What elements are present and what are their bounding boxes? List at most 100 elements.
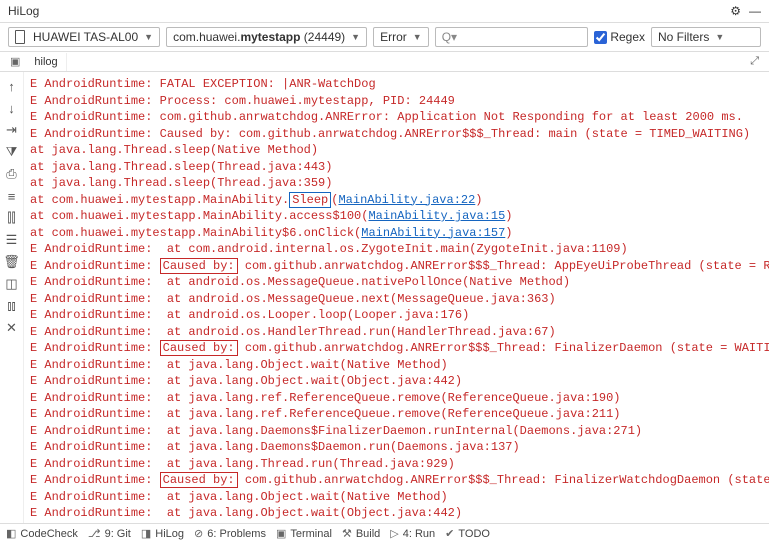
search-box[interactable]: Q▾ [435, 27, 589, 47]
filters-label: No Filters [658, 30, 709, 44]
phone-icon [15, 30, 25, 44]
chevron-down-icon: ▼ [144, 32, 153, 42]
toolwindow-label: 6: Problems [207, 528, 266, 540]
source-link[interactable]: MainAbility.java:157 [361, 226, 505, 240]
log-line: at com.huawei.mytestapp.MainAbility.acce… [30, 208, 765, 225]
funnel-icon[interactable]: ⧩ [4, 144, 20, 160]
layout-icon[interactable]: ⫾⫾ [4, 298, 20, 314]
source-link[interactable]: MainAbility.java:22 [338, 193, 475, 207]
log-line: E AndroidRuntime: at java.lang.Daemons$F… [30, 423, 765, 440]
level-label: Error [380, 30, 407, 44]
split-icon[interactable]: ⫿⫿ [4, 210, 20, 226]
log-line: E AndroidRuntime: com.github.anrwatchdog… [30, 109, 765, 126]
toolwindow-6-problems[interactable]: ⊘ 6: Problems [194, 527, 266, 540]
back-icon[interactable]: ▣ [4, 52, 26, 71]
log-line: E AndroidRuntime: Caused by: com.github.… [30, 340, 765, 357]
toolwindow-todo[interactable]: ✔ TODO [445, 527, 490, 540]
log-output[interactable]: E AndroidRuntime: FATAL EXCEPTION: |ANR-… [24, 72, 769, 523]
toolwindow-terminal[interactable]: ▣ Terminal [276, 527, 332, 540]
log-line: E AndroidRuntime: at android.os.HandlerT… [30, 324, 765, 341]
titlebar: HiLog ⚙ — [0, 0, 769, 23]
tab-hilog[interactable]: hilog [26, 53, 66, 71]
log-line: E AndroidRuntime: Process: com.huawei.my… [30, 93, 765, 110]
toolwindow-icon: ▣ [276, 527, 286, 540]
arrow-down-icon[interactable]: ↓ [4, 100, 20, 116]
log-line: at java.lang.Thread.sleep(Thread.java:35… [30, 175, 765, 192]
panel-title: HiLog [8, 4, 39, 18]
toolwindow-label: Build [356, 528, 380, 540]
close-icon[interactable]: ✕ [4, 320, 20, 336]
soft-wrap-icon[interactable]: ⇥ [4, 122, 20, 138]
log-line: E AndroidRuntime: at java.lang.ref.Refer… [30, 390, 765, 407]
log-line: at java.lang.Thread.sleep(Native Method) [30, 142, 765, 159]
restore-icon[interactable]: ⤢ [744, 52, 765, 71]
log-line: E AndroidRuntime: at java.lang.Thread.ru… [30, 456, 765, 473]
toolwindow-4-run[interactable]: ▷ 4: Run [390, 527, 435, 540]
toolwindow-icon: ⚒ [342, 527, 352, 540]
log-line: E AndroidRuntime: at java.lang.Object.wa… [30, 505, 765, 522]
log-sidebar: ↑ ↓ ⇥ ⧩ ⎙ ≡ ⫿⫿ ☰ 🗑 ◫ ⫾⫾ ✕ [0, 72, 24, 523]
main-row: ↑ ↓ ⇥ ⧩ ⎙ ≡ ⫿⫿ ☰ 🗑 ◫ ⫾⫾ ✕ E AndroidRunti… [0, 72, 769, 523]
log-line: E AndroidRuntime: at java.lang.ref.Refer… [30, 406, 765, 423]
chevron-down-icon: ▼ [351, 32, 360, 42]
device-label: HUAWEI TAS-AL00 [33, 30, 138, 44]
log-line: E AndroidRuntime: Caused by: com.github.… [30, 472, 765, 489]
caused-by-box: Caused by: [160, 340, 238, 356]
toolwindow-label: 4: Run [403, 528, 435, 540]
toolwindow-label: CodeCheck [20, 528, 77, 540]
toolwindow-hilog[interactable]: ◨ HiLog [141, 527, 184, 540]
search-icon: Q▾ [442, 30, 457, 44]
log-line: E AndroidRuntime: at java.lang.Object.wa… [30, 489, 765, 506]
log-line: at java.lang.Thread.sleep(Thread.java:44… [30, 159, 765, 176]
search-input[interactable] [461, 30, 581, 44]
toolwindow-icon: ◧ [6, 527, 16, 540]
toolwindow-icon: ⎇ [88, 527, 101, 540]
log-line: E AndroidRuntime: at com.android.interna… [30, 241, 765, 258]
toolwindow-label: HiLog [155, 528, 184, 540]
filter-bar: HUAWEI TAS-AL00 ▼ com.huawei.mytestapp (… [0, 23, 769, 52]
process-label: com.huawei.mytestapp (24449) [173, 30, 345, 44]
arrow-up-icon[interactable]: ↑ [4, 78, 20, 94]
log-line: at com.huawei.mytestapp.MainAbility$6.on… [30, 225, 765, 242]
bottom-toolwindow-bar: ◧ CodeCheck ⎇ 9: Git ◨ HiLog ⊘ 6: Problems ▣ Term… [0, 523, 769, 543]
regex-checkbox[interactable] [594, 31, 607, 44]
toolwindow-icon: ▷ [390, 527, 398, 540]
log-line: E AndroidRuntime: at java.lang.Object.wa… [30, 357, 765, 374]
log-line: E AndroidRuntime: Caused by: com.github.… [30, 126, 765, 143]
toolwindow-label: 9: Git [105, 528, 131, 540]
log-line: E AndroidRuntime: at android.os.MessageQ… [30, 274, 765, 291]
toolwindow-icon: ✔ [445, 527, 454, 540]
gear-icon[interactable]: ⚙ [730, 4, 741, 18]
toolwindow-label: Terminal [290, 528, 332, 540]
regex-toggle[interactable]: Regex [594, 30, 645, 44]
toolwindow-9-git[interactable]: ⎇ 9: Git [88, 527, 131, 540]
device-dropdown[interactable]: HUAWEI TAS-AL00 ▼ [8, 27, 160, 47]
highlight-box: Sleep [289, 192, 331, 208]
chevron-down-icon: ▼ [715, 32, 724, 42]
toolwindow-build[interactable]: ⚒ Build [342, 527, 380, 540]
log-line: E AndroidRuntime: at java.lang.Object.wa… [30, 373, 765, 390]
clear-stack-icon[interactable]: ≡ [4, 188, 20, 204]
log-line: E AndroidRuntime: at android.os.Looper.l… [30, 307, 765, 324]
trash-icon[interactable]: 🗑 [4, 254, 20, 270]
log-line: at com.huawei.mytestapp.MainAbility.Slee… [30, 192, 765, 209]
filters-dropdown[interactable]: No Filters ▼ [651, 27, 761, 47]
source-link[interactable]: MainAbility.java:15 [368, 209, 505, 223]
toolwindow-codecheck[interactable]: ◧ CodeCheck [6, 527, 78, 540]
chevron-down-icon: ▼ [413, 32, 422, 42]
log-line: E AndroidRuntime: Caused by: com.github.… [30, 258, 765, 275]
minimize-icon[interactable]: — [749, 4, 761, 18]
log-line: E AndroidRuntime: at java.lang.Daemons$D… [30, 439, 765, 456]
print-icon[interactable]: ⎙ [4, 166, 20, 182]
log-line: E AndroidRuntime: at android.os.MessageQ… [30, 291, 765, 308]
log-line: E AndroidRuntime: FATAL EXCEPTION: |ANR-… [30, 76, 765, 93]
toolwindow-icon: ◨ [141, 527, 151, 540]
align-icon[interactable]: ☰ [4, 232, 20, 248]
columns-icon[interactable]: ◫ [4, 276, 20, 292]
regex-label: Regex [610, 30, 645, 44]
toolwindow-label: TODO [458, 528, 490, 540]
tab-row: ▣ hilog ⤢ [0, 52, 769, 72]
level-dropdown[interactable]: Error ▼ [373, 27, 429, 47]
process-dropdown[interactable]: com.huawei.mytestapp (24449) ▼ [166, 27, 367, 47]
toolwindow-icon: ⊘ [194, 527, 203, 540]
